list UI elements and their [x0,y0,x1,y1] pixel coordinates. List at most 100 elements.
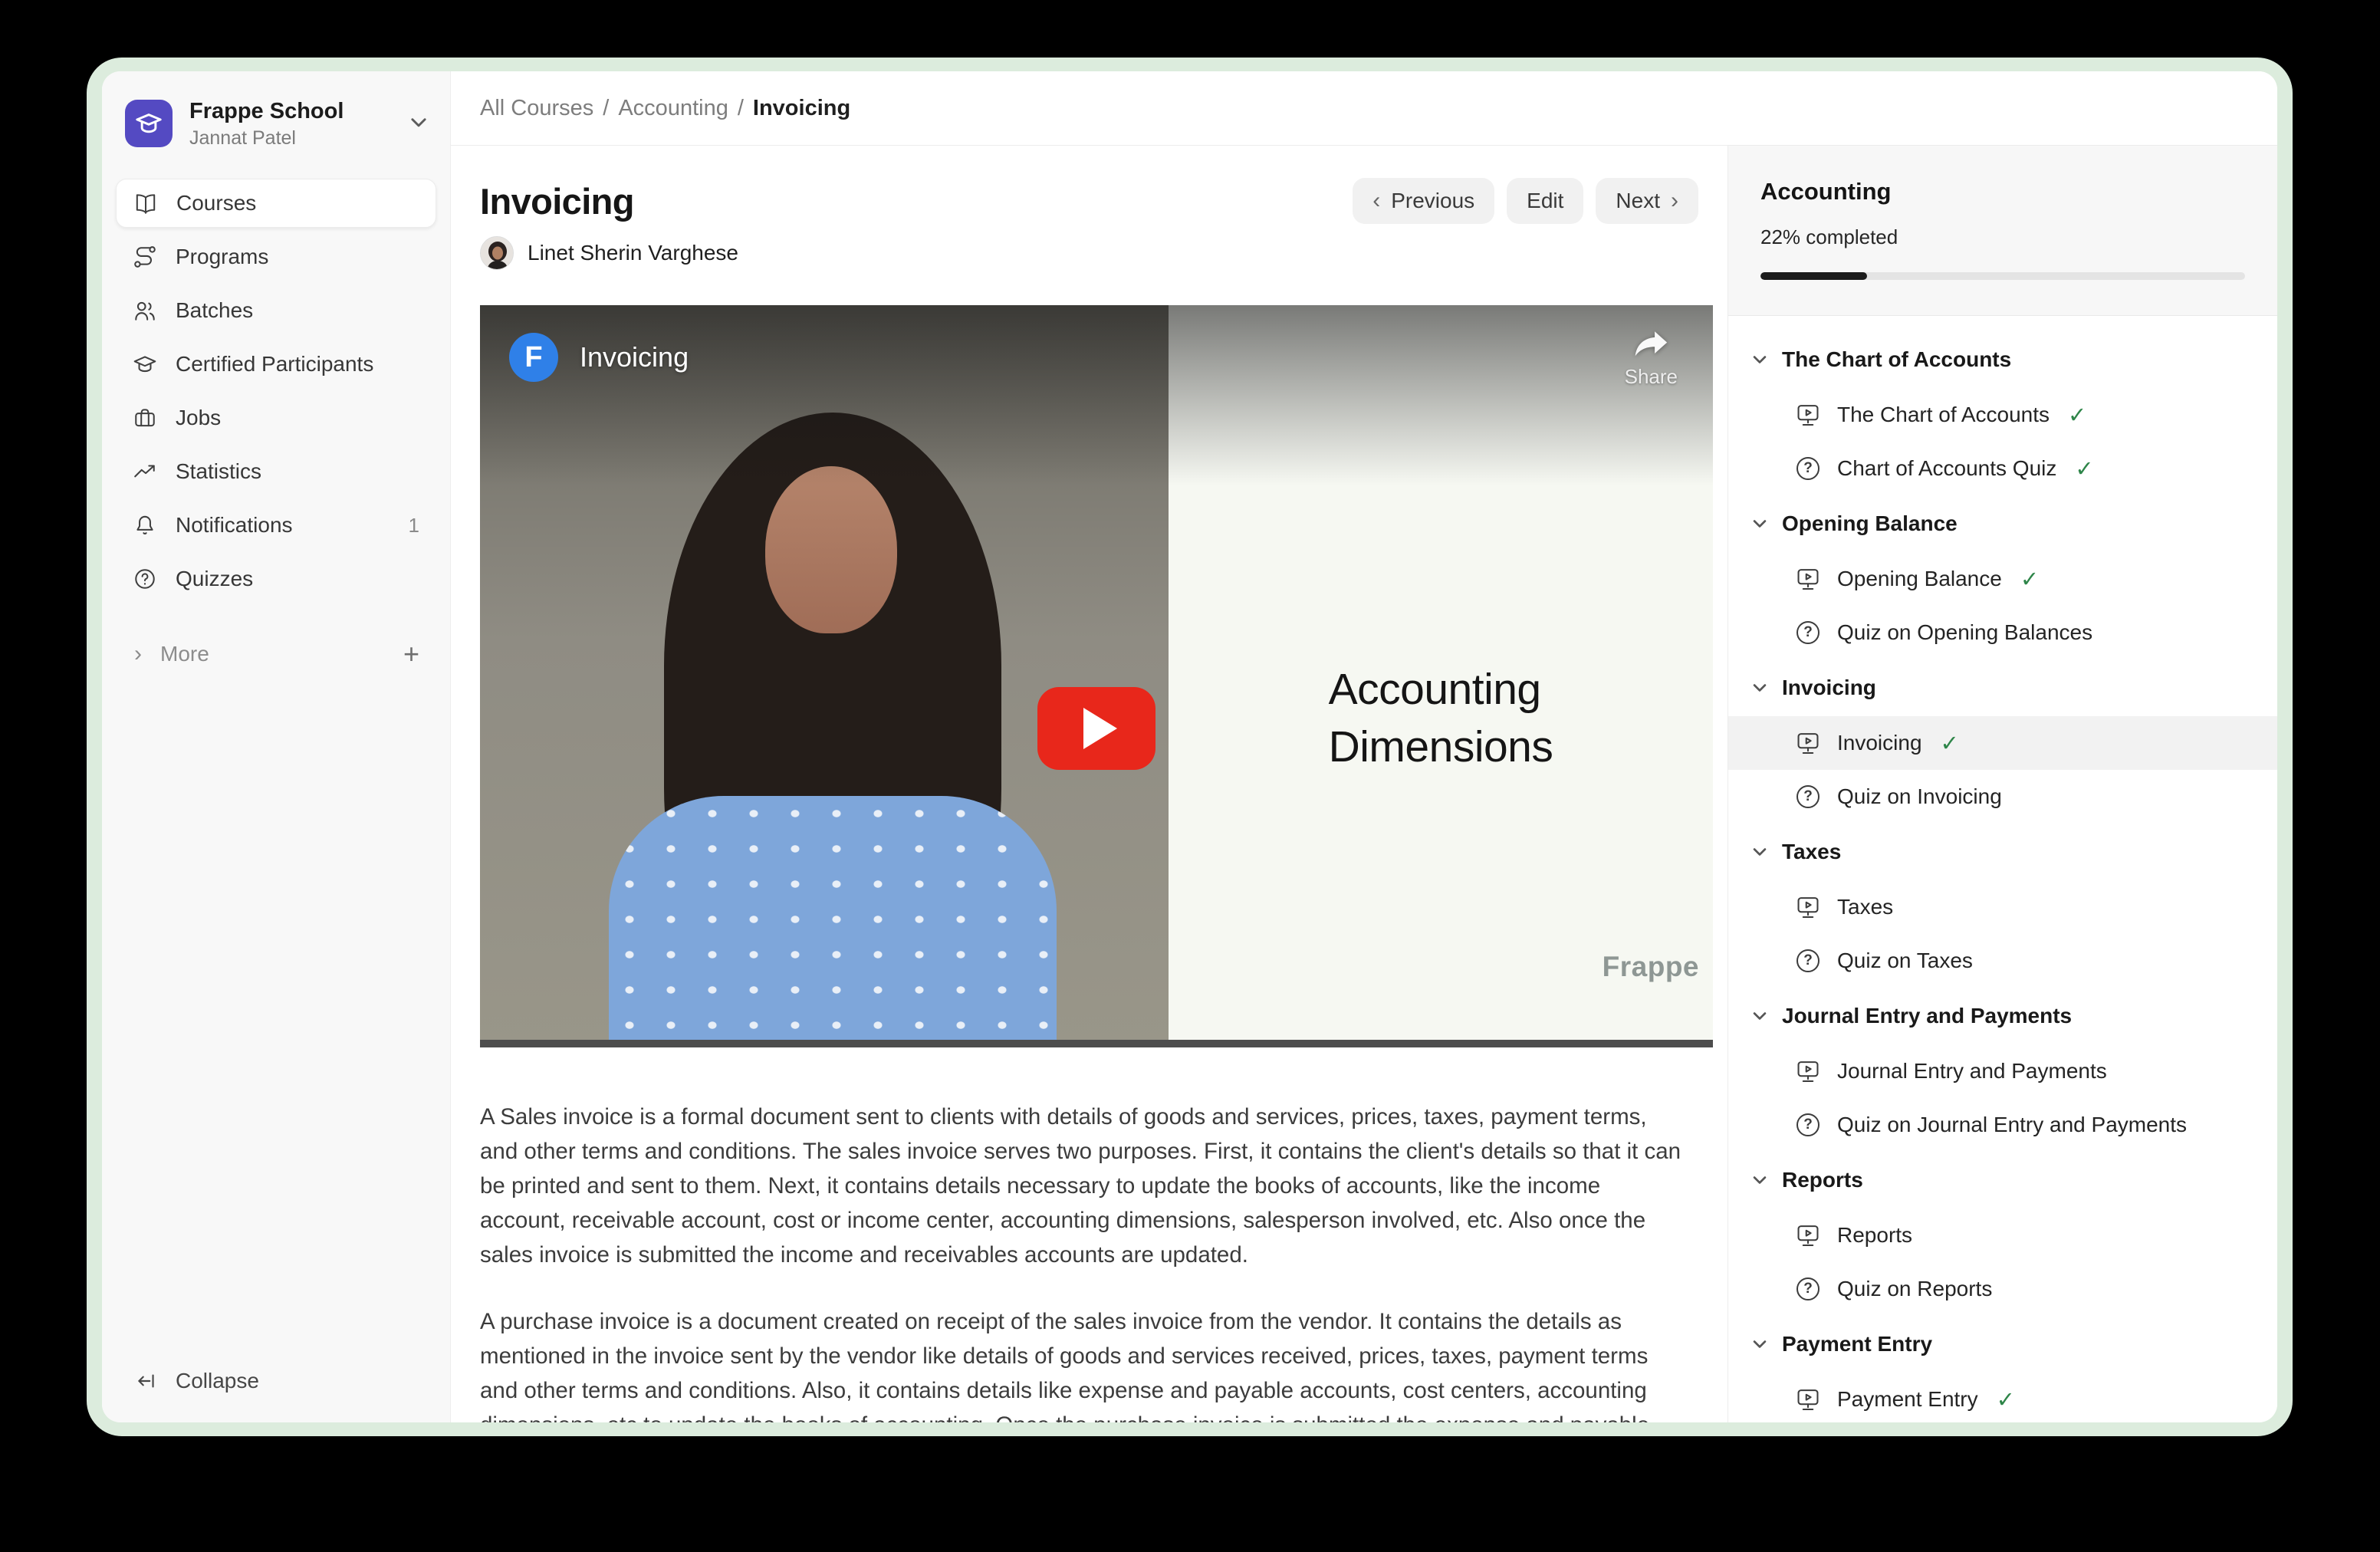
previous-button[interactable]: ‹ Previous [1353,178,1494,224]
chevron-down-icon [1751,1336,1768,1353]
progress-bar-fill [1760,272,1867,280]
chevron-down-icon [1751,1008,1768,1024]
breadcrumb-separator: / [738,96,744,121]
users-icon [133,298,157,323]
course-outline-panel: Accounting 22% completed The Chart of Ac… [1727,146,2277,1422]
check-icon: ✓ [2068,402,2086,429]
chapter-journal-entry-and-payments[interactable]: Journal Entry and Payments [1728,988,2277,1044]
next-button[interactable]: Next › [1596,178,1698,224]
video-lesson-icon [1794,401,1822,429]
chapter-opening-balance[interactable]: Opening Balance [1728,495,2277,552]
sidebar-nav: Courses Programs Batches Cert [102,173,450,603]
quiz-item[interactable]: ? Quiz on Opening Balances [1728,606,2277,659]
check-icon: ✓ [2075,455,2093,482]
main-column: All Courses / Accounting / Invoicing Inv… [451,71,2277,1422]
sidebar-item-label: Programs [176,245,268,269]
chapter-invoicing[interactable]: Invoicing [1728,659,2277,716]
chapter-the-chart-of-accounts[interactable]: The Chart of Accounts [1728,331,2277,388]
lesson-content: Invoicing ‹ Previous Edit Next › [451,146,1727,1422]
video-title[interactable]: Invoicing [580,341,689,373]
sidebar-item-label: Courses [176,191,256,215]
edit-button[interactable]: Edit [1507,178,1583,224]
quiz-icon: ? [1794,783,1822,811]
sidebar-item-quizzes[interactable]: Quizzes [116,554,436,603]
sidebar-item-programs[interactable]: Programs [116,232,436,281]
lesson-toolbar: ‹ Previous Edit Next › [1353,178,1698,224]
left-sidebar: Frappe School Jannat Patel Courses Pro [102,71,451,1422]
course-progress-header: Accounting 22% completed [1728,146,2277,316]
sidebar-item-statistics[interactable]: Statistics [116,447,436,496]
lesson-item[interactable]: Journal Entry and Payments [1728,1044,2277,1098]
video-player[interactable]: Accounting Dimensions F Invoicing Share [480,305,1713,1047]
paragraph: A Sales invoice is a formal document sen… [480,1100,1688,1272]
chevron-down-icon [1751,679,1768,696]
breadcrumb-accounting[interactable]: Accounting [618,96,728,121]
quiz-item[interactable]: ? Quiz on Taxes [1728,934,2277,988]
app-window-frame: Frappe School Jannat Patel Courses Pro [87,58,2293,1436]
share-arrow-icon [1631,328,1671,362]
chevron-down-icon[interactable] [409,112,429,136]
lesson-item-current[interactable]: Invoicing ✓ [1728,716,2277,770]
sidebar-item-label: Jobs [176,406,221,430]
page-title: Invoicing [480,180,634,222]
chapter-payment-entry[interactable]: Payment Entry [1728,1316,2277,1373]
chevron-down-icon [1751,843,1768,860]
quiz-item[interactable]: ? Quiz on Invoicing [1728,770,2277,824]
channel-avatar[interactable]: F [509,333,558,382]
video-lesson-icon [1794,893,1822,921]
quiz-icon: ? [1794,947,1822,975]
lesson-item[interactable]: Payment Entry ✓ [1728,1373,2277,1422]
play-icon [1083,708,1117,749]
lesson-item[interactable]: The Chart of Accounts ✓ [1728,388,2277,442]
breadcrumb: All Courses / Accounting / Invoicing [451,71,2277,146]
school-name: Frappe School [189,97,344,125]
collapse-label: Collapse [176,1369,259,1393]
presenter-blouse [609,796,1057,1047]
quiz-icon: ? [1794,1275,1822,1303]
quiz-item[interactable]: ? Chart of Accounts Quiz ✓ [1728,442,2277,495]
briefcase-icon [133,406,157,430]
chevron-right-icon: › [134,641,142,667]
sidebar-item-jobs[interactable]: Jobs [116,393,436,442]
app-window: Frappe School Jannat Patel Courses Pro [102,71,2277,1422]
bell-icon [133,513,157,538]
sidebar-item-certified-participants[interactable]: Certified Participants [116,340,436,389]
sidebar-item-label: Quizzes [176,567,253,591]
course-outline: The Chart of Accounts The Chart of Accou… [1728,316,2277,1422]
author-row: Linet Sherin Varghese [480,236,1698,270]
school-switcher[interactable]: Frappe School Jannat Patel [102,71,450,173]
lesson-item[interactable]: Taxes [1728,880,2277,934]
check-icon: ✓ [2020,566,2039,593]
sidebar-item-label: Statistics [176,459,261,484]
sidebar-item-courses[interactable]: Courses [116,179,436,228]
lesson-item[interactable]: Opening Balance ✓ [1728,552,2277,606]
sidebar-more[interactable]: › More + [134,640,419,668]
chevron-down-icon [1751,1172,1768,1189]
collapse-arrow-icon [134,1369,159,1393]
chapter-taxes[interactable]: Taxes [1728,824,2277,880]
breadcrumb-separator: / [603,96,609,121]
lesson-article: A Sales invoice is a formal document sen… [480,1100,1698,1422]
sidebar-item-notifications[interactable]: Notifications 1 [116,501,436,550]
video-overlay-header: F Invoicing [509,333,689,382]
more-label: More [160,642,209,666]
video-lesson-icon [1794,1222,1822,1249]
screen-background: Frappe School Jannat Patel Courses Pro [0,0,2380,1552]
sidebar-item-batches[interactable]: Batches [116,286,436,335]
lesson-item[interactable]: Reports [1728,1208,2277,1262]
video-lesson-icon [1794,1386,1822,1413]
chapter-reports[interactable]: Reports [1728,1152,2277,1208]
trending-up-icon [133,459,157,484]
collapse-sidebar-button[interactable]: Collapse [102,1340,450,1422]
video-progress-bar[interactable] [480,1040,1713,1047]
share-button[interactable]: Share [1625,328,1678,389]
video-lesson-icon [1794,1057,1822,1085]
slide-title: Accounting Dimensions [1329,661,1553,776]
quiz-item[interactable]: ? Quiz on Journal Entry and Payments [1728,1098,2277,1152]
play-button[interactable] [1037,687,1155,770]
quiz-icon: ? [1794,619,1822,646]
quiz-item[interactable]: ? Quiz on Reports [1728,1262,2277,1316]
plus-icon[interactable]: + [403,640,419,668]
breadcrumb-all-courses[interactable]: All Courses [480,96,593,121]
chevron-down-icon [1751,351,1768,368]
